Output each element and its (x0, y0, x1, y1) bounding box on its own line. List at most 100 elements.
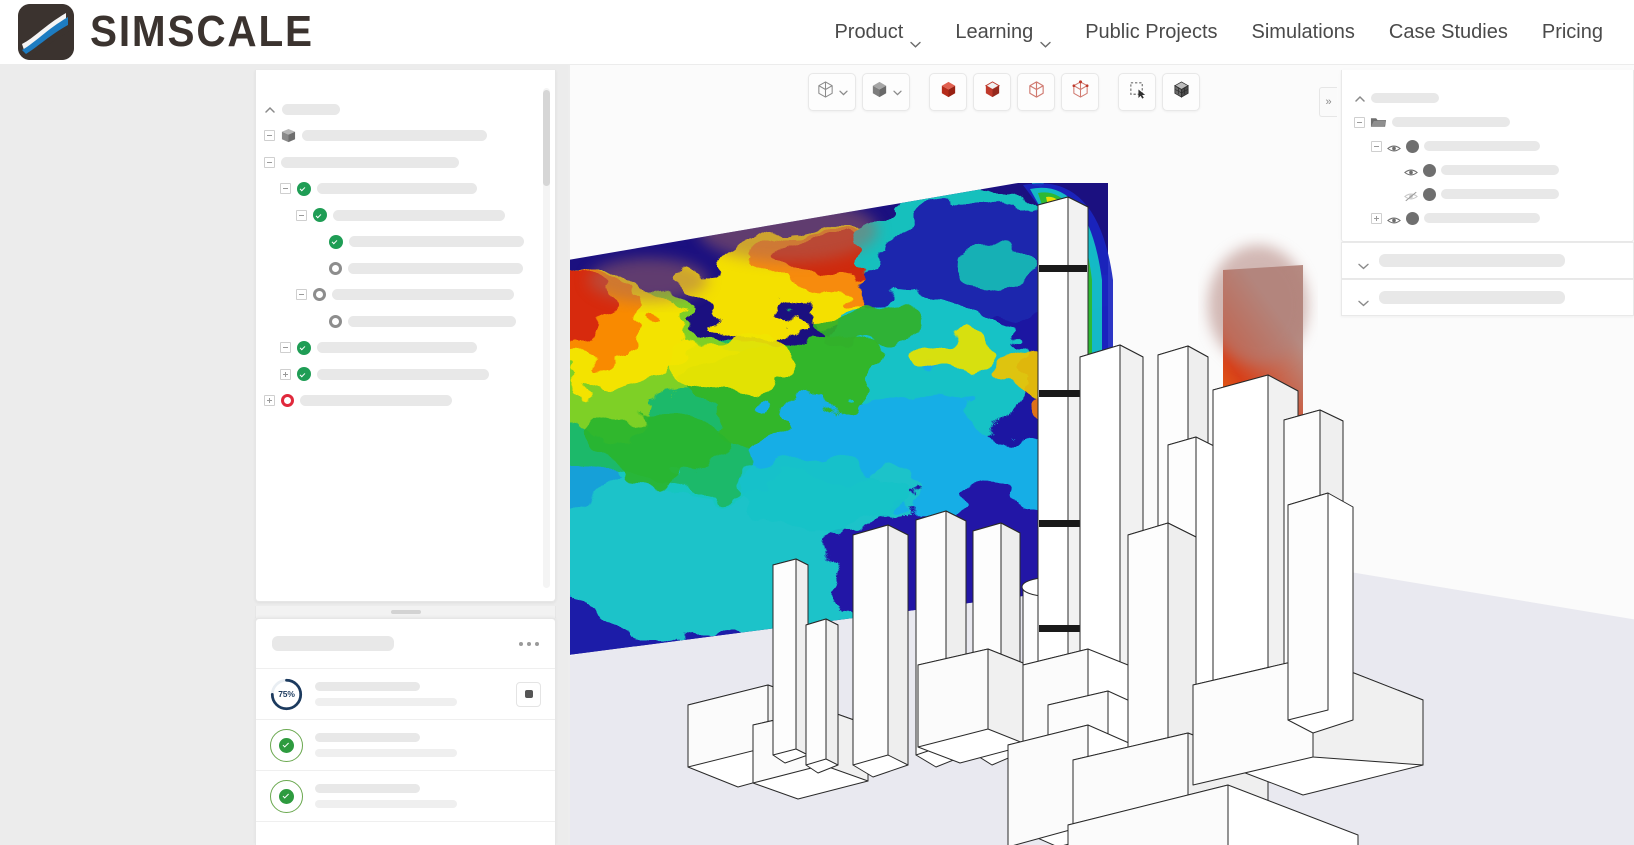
material-color-dot (1423, 164, 1436, 177)
skeleton-text-placeholder (300, 395, 452, 406)
nav-item-simulations[interactable]: Simulations (1235, 13, 1372, 52)
mesh-view-button[interactable] (1162, 73, 1200, 111)
status-finished-icon (270, 780, 303, 813)
wireframe-cube-dropdown-button[interactable] (808, 73, 856, 111)
tree-scrollbar[interactable] (543, 88, 550, 588)
collapse-node-button[interactable] (1371, 141, 1382, 152)
runs-panel-header (256, 619, 555, 669)
material-color-dot (1406, 212, 1419, 225)
skeleton-text-placeholder (1424, 213, 1540, 223)
collapse-node-button[interactable] (280, 342, 291, 353)
scene-tree-panel[interactable] (1341, 70, 1634, 242)
tree-row[interactable] (264, 149, 533, 176)
select-face-button[interactable] (973, 73, 1011, 111)
skeleton-text-placeholder (1392, 117, 1510, 127)
skeleton-text-placeholder (317, 369, 489, 380)
nav-item-pricing[interactable]: Pricing (1525, 13, 1620, 52)
tree-row[interactable] (264, 388, 533, 415)
collapse-node-button[interactable] (296, 289, 307, 300)
collapse-node-button[interactable] (296, 210, 307, 221)
select-edge-button[interactable] (1017, 73, 1055, 111)
resize-grip-handle[interactable] (391, 610, 421, 614)
scene-tree-row[interactable] (1354, 182, 1623, 206)
tree-scrollbar-thumb[interactable] (543, 90, 550, 186)
run-text-placeholders (315, 733, 541, 757)
nav-item-public-projects[interactable]: Public Projects (1068, 13, 1234, 52)
chevron-down-icon (1358, 294, 1369, 301)
expand-node-button[interactable] (280, 369, 291, 380)
nav-label: Public Projects (1085, 21, 1217, 44)
red-wireframe-cube-icon (1027, 80, 1046, 104)
status-ok-icon (329, 235, 343, 249)
eye-slash-icon[interactable] (1404, 189, 1418, 200)
scene-tree-row[interactable] (1354, 86, 1623, 110)
tree-row[interactable] (264, 308, 533, 335)
run-finished-2[interactable] (256, 771, 555, 822)
simscale-application-page: SIMSCALE Product Learning Public Project… (0, 0, 1634, 845)
scene-tree-row[interactable] (1354, 206, 1623, 230)
status-finished-icon (270, 729, 303, 762)
tree-row[interactable] (264, 229, 533, 256)
run-in-progress[interactable]: 75% (256, 669, 555, 720)
skeleton-text-placeholder (349, 236, 524, 247)
skeleton-text-placeholder (348, 316, 516, 327)
chevron-up-icon[interactable] (1354, 92, 1366, 104)
main-navigation: Product Learning Public Projects Simulat… (817, 13, 1620, 52)
collapse-right-panel-button[interactable]: » (1319, 87, 1337, 117)
solid-cube-icon (870, 80, 889, 104)
tree-row[interactable] (264, 96, 533, 123)
tree-row[interactable] (264, 202, 533, 229)
collapse-node-button[interactable] (1354, 117, 1365, 128)
skeleton-text-placeholder (1424, 141, 1540, 151)
tree-row[interactable] (264, 123, 533, 150)
chevron-up-icon[interactable] (264, 103, 276, 115)
skeleton-text-placeholder (315, 784, 420, 793)
panel-resize-divider[interactable] (255, 606, 556, 618)
marquee-select-icon (1128, 80, 1147, 104)
solid-cube-dropdown-button[interactable] (862, 73, 910, 111)
scene-tree-row[interactable] (1354, 110, 1623, 134)
collapse-node-button[interactable] (280, 183, 291, 194)
tree-row[interactable] (264, 361, 533, 388)
scene-tree-row[interactable] (1354, 134, 1623, 158)
model-tree-panel[interactable] (255, 70, 556, 602)
red-vertex-cube-icon (1071, 80, 1090, 104)
expand-node-button[interactable] (1371, 213, 1382, 224)
material-color-dot (1406, 140, 1419, 153)
right-section-1[interactable] (1341, 242, 1634, 279)
cube-icon (281, 128, 296, 143)
skeleton-text-placeholder (1441, 189, 1559, 199)
nav-item-case-studies[interactable]: Case Studies (1372, 13, 1525, 52)
nav-item-learning[interactable]: Learning (938, 13, 1068, 52)
brand-logo[interactable]: SIMSCALE (18, 4, 333, 60)
stop-button[interactable] (516, 682, 541, 707)
status-ok-icon (297, 341, 311, 355)
nav-label: Simulations (1252, 21, 1355, 44)
nav-label: Learning (955, 21, 1033, 44)
simscale-swoosh-logo-icon (18, 4, 74, 60)
kebab-menu-icon[interactable] (519, 642, 539, 646)
tree-row[interactable] (264, 255, 533, 282)
collapse-node-button[interactable] (264, 157, 275, 168)
check-icon (279, 738, 294, 753)
eye-icon[interactable] (1387, 213, 1401, 224)
nav-item-product[interactable]: Product (817, 13, 938, 52)
eye-icon[interactable] (1404, 165, 1418, 176)
tree-row[interactable] (264, 335, 533, 362)
skeleton-text-placeholder (315, 800, 457, 808)
scene-tree (1354, 86, 1623, 230)
select-vertex-button[interactable] (1061, 73, 1099, 111)
tree-row[interactable] (264, 282, 533, 309)
section-title-placeholder (1379, 291, 1565, 304)
collapse-node-button[interactable] (264, 130, 275, 141)
expand-node-button[interactable] (264, 395, 275, 406)
eye-icon[interactable] (1387, 141, 1401, 152)
red-face-cube-icon (983, 80, 1002, 104)
skeleton-text-placeholder (348, 263, 523, 274)
select-volume-button[interactable] (929, 73, 967, 111)
box-select-button[interactable] (1118, 73, 1156, 111)
right-section-2[interactable] (1341, 279, 1634, 316)
tree-row[interactable] (264, 176, 533, 203)
run-finished-1[interactable] (256, 720, 555, 771)
scene-tree-row[interactable] (1354, 158, 1623, 182)
